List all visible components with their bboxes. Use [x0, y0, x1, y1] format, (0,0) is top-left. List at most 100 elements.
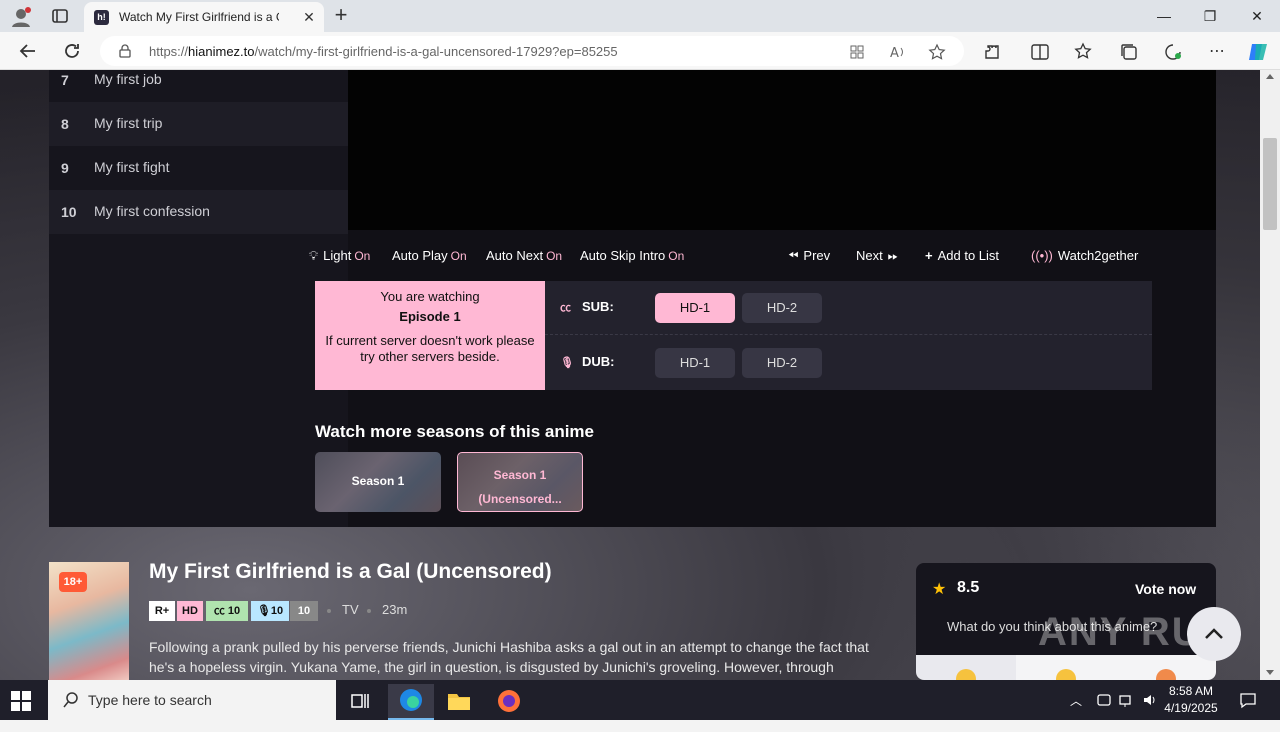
tray-overflow-icon[interactable]: ︿ — [1070, 692, 1086, 732]
sub-hd1-button[interactable]: HD-1 — [655, 293, 735, 323]
emoji-vote-option[interactable] — [1016, 655, 1116, 680]
url-text[interactable]: https://hianimez.to/watch/my-first-girlf… — [149, 44, 618, 59]
svg-text:A: A — [890, 46, 899, 61]
meet-now-icon[interactable] — [1095, 691, 1113, 709]
season-card-active[interactable]: Season 1 (Uncensored... — [457, 452, 583, 512]
dub-label-text: DUB: — [582, 354, 615, 369]
age-badge: 18+ — [59, 572, 87, 592]
read-aloud-icon[interactable]: A — [889, 43, 907, 61]
autonext-label: Auto Next — [486, 248, 544, 263]
network-icon[interactable] — [1118, 691, 1136, 709]
dub-count: 10 — [270, 605, 284, 617]
back-icon[interactable] — [17, 40, 39, 62]
anime-type: TV — [342, 602, 359, 617]
file-explorer-icon[interactable] — [436, 684, 482, 720]
windows-start-icon[interactable] — [10, 690, 32, 712]
rewind-icon: ⏪︎ — [788, 248, 799, 263]
closed-caption-icon: ㏄ — [560, 302, 571, 314]
minimize-icon[interactable]: — — [1144, 4, 1184, 28]
episode-item[interactable]: 10 My first confession — [49, 190, 348, 234]
anime-poster[interactable]: 18+ — [49, 562, 129, 680]
lock-icon[interactable] — [118, 44, 132, 58]
more-menu-icon[interactable]: ⋯ — [1207, 42, 1227, 62]
scroll-down-icon[interactable] — [1266, 670, 1274, 675]
extensions-icon[interactable] — [982, 42, 1002, 62]
browser-tab-bar: h! Watch My First Girlfriend is a Gal ✕ … — [0, 0, 1280, 32]
notifications-icon[interactable] — [1238, 690, 1258, 710]
episode-number: 7 — [61, 72, 69, 88]
copilot-icon[interactable] — [1247, 40, 1271, 64]
plus-icon: + — [925, 248, 933, 263]
episode-number: 10 — [61, 204, 77, 220]
close-tab-icon[interactable]: ✕ — [300, 8, 318, 26]
episode-number: 8 — [61, 116, 69, 132]
back-to-top-button[interactable] — [1187, 607, 1241, 661]
clock-date: 4/19/2025 — [1164, 701, 1218, 715]
next-button[interactable]: Next ⏩︎ — [856, 248, 898, 264]
page-viewport: 7 My first job 8 My first trip 9 My firs… — [0, 70, 1280, 680]
site-favicon: h! — [94, 10, 109, 25]
notice-line3: If current server doesn't work please tr… — [325, 333, 535, 364]
episode-title: My first confession — [94, 203, 210, 219]
browser-essentials-icon[interactable] — [1163, 42, 1183, 62]
edge-taskbar-icon[interactable] — [388, 684, 434, 720]
autoskip-state: On — [668, 249, 685, 263]
episode-item[interactable]: 9 My first fight — [49, 146, 348, 190]
episode-item[interactable]: 8 My first trip — [49, 102, 348, 146]
prev-button[interactable]: ⏪︎ Prev — [788, 248, 830, 264]
anime-title[interactable]: My First Girlfriend is a Gal (Uncensored… — [149, 560, 552, 584]
scrollbar-thumb[interactable] — [1263, 138, 1277, 230]
watch2gether-button[interactable]: ((•)) Watch2gether — [1031, 248, 1138, 263]
address-toolbar: https://hianimez.to/watch/my-first-girlf… — [0, 32, 1280, 70]
dub-hd1-button[interactable]: HD-1 — [655, 348, 735, 378]
autoplay-toggle[interactable]: Auto Play On — [392, 248, 467, 263]
taskbar-search[interactable]: Type here to search — [48, 680, 336, 720]
autoskip-toggle[interactable]: Auto Skip Intro On — [580, 248, 684, 263]
collections-icon[interactable] — [1119, 42, 1139, 62]
close-window-icon[interactable]: ✕ — [1237, 4, 1277, 28]
edge-icon — [400, 689, 422, 711]
emoji-vote-option[interactable] — [916, 655, 1016, 680]
emoji-icon — [956, 669, 976, 680]
broadcast-icon: ((•)) — [1031, 248, 1053, 263]
season-card[interactable]: Season 1 — [315, 452, 441, 512]
sub-hd2-button[interactable]: HD-2 — [742, 293, 822, 323]
episode-list: 7 My first job 8 My first trip 9 My firs… — [49, 70, 348, 527]
episode-title: My first trip — [94, 115, 163, 131]
anime-synopsis: Following a prank pulled by his perverse… — [149, 639, 869, 675]
dub-server-row: 🎙︎ DUB: HD-1 HD-2 — [545, 336, 1152, 390]
favorites-icon[interactable] — [1074, 42, 1094, 62]
app-available-icon[interactable] — [848, 43, 866, 61]
autonext-toggle[interactable]: Auto Next On — [486, 248, 562, 263]
chevron-up-icon — [1205, 628, 1223, 639]
add-to-list-button[interactable]: + Add to List — [925, 248, 999, 263]
url-bar[interactable]: https://hianimez.to/watch/my-first-girlf… — [100, 36, 964, 66]
browser-tab-active[interactable]: h! Watch My First Girlfriend is a Gal ✕ — [84, 2, 324, 32]
volume-icon[interactable] — [1141, 691, 1159, 709]
separator-dot — [327, 609, 331, 613]
profile-icon[interactable] — [10, 6, 32, 28]
scroll-up-icon[interactable] — [1266, 74, 1274, 79]
episode-number: 9 — [61, 160, 69, 176]
task-view-icon[interactable] — [337, 684, 383, 720]
seasons-heading: Watch more seasons of this anime — [315, 422, 594, 441]
player-controls: 💡︎ Light On Auto Play On Auto Next On Auto S… — [299, 242, 1167, 270]
new-tab-icon[interactable]: + — [330, 4, 352, 27]
video-player[interactable] — [348, 70, 1216, 230]
system-clock[interactable]: 8:58 AM 4/19/2025 — [1160, 683, 1222, 717]
search-icon — [63, 692, 78, 708]
tab-actions-icon[interactable] — [50, 6, 70, 26]
dub-hd2-button[interactable]: HD-2 — [742, 348, 822, 378]
refresh-icon[interactable] — [61, 40, 83, 62]
light-toggle[interactable]: 💡︎ Light On — [309, 248, 370, 264]
watch2gether-label: Watch2gether — [1057, 248, 1139, 263]
favorite-star-icon[interactable] — [928, 43, 946, 61]
page-scrollbar[interactable] — [1260, 70, 1280, 680]
firefox-icon[interactable] — [486, 684, 532, 720]
split-screen-icon[interactable] — [1030, 42, 1050, 62]
fast-forward-icon: ⏩︎ — [887, 248, 899, 263]
restore-icon[interactable]: ❐ — [1190, 4, 1230, 28]
vote-now-button[interactable]: Vote now — [1135, 581, 1196, 597]
episode-item[interactable]: 7 My first job — [49, 70, 348, 102]
rating-tag: R+ — [149, 601, 175, 621]
